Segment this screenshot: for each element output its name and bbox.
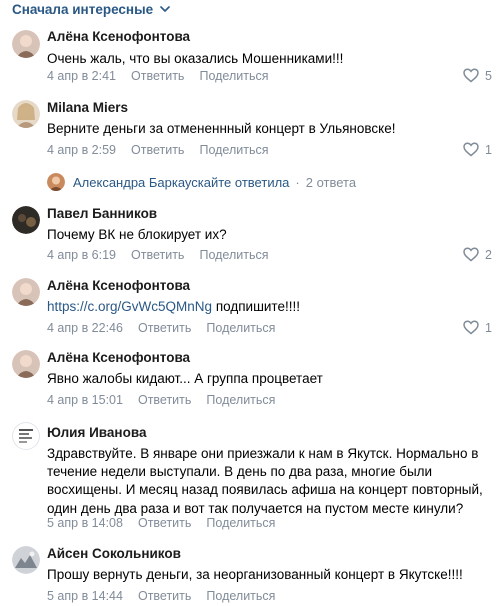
comment-date[interactable]: 5 апр в 14:08 (47, 516, 123, 530)
comment-text: Здравствуйте. В январе они приезжали к н… (47, 445, 483, 518)
comment-author[interactable]: Юлия Иванова (47, 425, 146, 440)
comment-text: Прошу вернуть деньги, за неорганизованны… (47, 567, 463, 582)
comment-date[interactable]: 4 апр в 2:41 (47, 69, 116, 83)
comment-author[interactable]: Алёна Ксенофонтова (47, 350, 190, 365)
reply-button[interactable]: Ответить (138, 589, 191, 603)
comment-author[interactable]: Айсен Сокольников (47, 546, 181, 561)
reply-button[interactable]: Ответить (138, 516, 191, 530)
comment-text: Почему ВК не блокирует их? (47, 227, 227, 242)
reply-button[interactable]: Ответить (131, 69, 184, 83)
avatar[interactable] (12, 30, 40, 58)
share-button[interactable]: Поделиться (199, 69, 268, 83)
share-button[interactable]: Поделиться (206, 321, 275, 335)
comment-text: https://c.org/GvWc5QMnNg подпишите!!!! (47, 298, 300, 316)
sort-dropdown[interactable]: Сначала интересные (12, 0, 170, 18)
comment-date[interactable]: 4 апр в 15:01 (47, 393, 123, 407)
avatar[interactable] (12, 278, 40, 306)
thread-author: Александра Баркаускайте ответила (73, 174, 290, 190)
comment-text: Очень жаль, что вы оказались Мошенниками… (47, 51, 344, 66)
comment-meta: 4 апр в 2:59 Ответить Поделиться (47, 143, 268, 157)
comment-author[interactable]: Алёна Ксенофонтова (47, 29, 190, 44)
comment-text-tail: подпишите!!!! (215, 299, 300, 314)
comment-meta: 5 апр в 14:44 Ответить Поделиться (47, 589, 275, 603)
comment-meta: 4 апр в 6:19 Ответить Поделиться (47, 248, 268, 262)
comment-meta: 4 апр в 15:01 Ответить Поделиться (47, 393, 275, 407)
heart-icon (463, 68, 479, 83)
like-button[interactable]: 1 (463, 320, 492, 335)
replies-thread-link[interactable]: Александра Баркаускайте ответила · 2 отв… (47, 172, 356, 192)
reply-button[interactable]: Ответить (131, 248, 184, 262)
comment-text-line: течение недели выступали. В день по два … (47, 464, 433, 480)
comment-author[interactable]: Павел Банников (47, 206, 157, 221)
like-button[interactable]: 2 (463, 247, 492, 262)
chevron-down-icon (160, 4, 170, 14)
comment-text-line: Здравствуйте. В январе они приезжали к н… (47, 446, 479, 461)
share-button[interactable]: Поделиться (206, 393, 275, 407)
comment-text-line: восхищены. И месяц назад появилась афиша… (47, 482, 483, 498)
reply-button[interactable]: Ответить (131, 143, 184, 157)
reply-button[interactable]: Ответить (138, 393, 191, 407)
reply-button[interactable]: Ответить (138, 321, 191, 335)
heart-icon (463, 320, 479, 335)
comment-link[interactable]: https://c.org/GvWc5QMnNg (47, 299, 212, 314)
comment-author[interactable]: Milana Miers (47, 100, 128, 115)
like-button[interactable]: 5 (463, 68, 492, 83)
sort-label: Сначала интересные (12, 1, 154, 17)
separator: · (295, 174, 300, 190)
share-button[interactable]: Поделиться (206, 516, 275, 530)
like-count: 1 (485, 320, 492, 335)
share-button[interactable]: Поделиться (199, 248, 268, 262)
like-count: 2 (485, 247, 492, 262)
avatar[interactable] (12, 422, 40, 450)
comment-date[interactable]: 4 апр в 22:46 (47, 321, 123, 335)
avatar[interactable] (12, 100, 40, 128)
share-button[interactable]: Поделиться (199, 143, 268, 157)
comment-meta: 5 апр в 14:08 Ответить Поделиться (47, 516, 275, 530)
comment-date[interactable]: 5 апр в 14:44 (47, 589, 123, 603)
like-button[interactable]: 1 (463, 142, 492, 157)
like-count: 1 (485, 142, 492, 157)
thread-count: 2 ответа (305, 174, 357, 190)
comment-meta: 4 апр в 2:41 Ответить Поделиться (47, 69, 268, 83)
share-button[interactable]: Поделиться (206, 589, 275, 603)
comment-text: Явно жалобы кидают... А группа процветае… (47, 371, 323, 386)
like-count: 5 (485, 68, 492, 83)
avatar[interactable] (12, 350, 40, 378)
avatar[interactable] (12, 206, 40, 234)
comment-author[interactable]: Алёна Ксенофонтова (47, 278, 190, 293)
heart-icon (463, 142, 479, 157)
avatar (47, 173, 65, 191)
heart-icon (463, 247, 479, 262)
avatar[interactable] (12, 546, 40, 574)
comment-text: Верните деньги за отмененнный концерт в … (47, 121, 396, 136)
comment-date[interactable]: 4 апр в 2:59 (47, 143, 116, 157)
comment-date[interactable]: 4 апр в 6:19 (47, 248, 116, 262)
comment-meta: 4 апр в 22:46 Ответить Поделиться (47, 321, 275, 335)
